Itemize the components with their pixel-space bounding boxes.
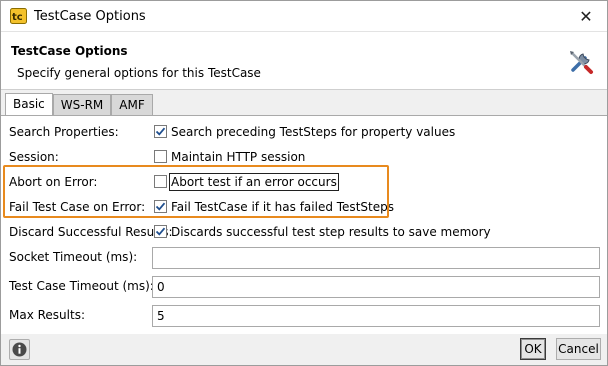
basic-options-panel: Search Properties: Search preceding Test…: [1, 115, 607, 334]
maintain-session-text[interactable]: Maintain HTTP session: [171, 150, 305, 164]
session-label: Session:: [9, 150, 59, 164]
fail-on-error-row: Fail Test Case on Error: Fail TestCase i…: [1, 195, 607, 219]
discard-results-checkbox[interactable]: [154, 225, 167, 238]
testcase-timeout-label: Test Case Timeout (ms):: [9, 279, 154, 293]
header-title: TestCase Options: [11, 44, 128, 58]
checkmark-icon: [155, 227, 166, 236]
fail-on-error-text[interactable]: Fail TestCase if it has failed TestSteps: [171, 200, 394, 214]
help-button[interactable]: [9, 339, 30, 360]
soapui-app-icon: tc: [10, 8, 27, 24]
title-bar: tc TestCase Options ✕: [1, 1, 607, 32]
tab-basic[interactable]: Basic: [5, 93, 53, 116]
socket-timeout-label: Socket Timeout (ms):: [9, 250, 138, 264]
ok-button[interactable]: OK: [520, 338, 546, 360]
discard-results-row: Discard Successful Results: Discards suc…: [1, 220, 607, 244]
info-icon: [12, 342, 27, 357]
max-results-label: Max Results:: [9, 308, 85, 322]
fail-on-error-label: Fail Test Case on Error:: [9, 200, 146, 214]
search-properties-text[interactable]: Search preceding TestSteps for property …: [171, 125, 455, 139]
header-description: Specify general options for this TestCas…: [17, 66, 261, 80]
window-title: TestCase Options: [34, 9, 146, 24]
svg-text:tc: tc: [12, 12, 23, 23]
abort-on-error-label: Abort on Error:: [9, 175, 98, 189]
close-icon: ✕: [579, 7, 593, 26]
tab-amf[interactable]: AMF: [111, 94, 153, 115]
socket-timeout-input[interactable]: [152, 247, 600, 269]
fail-on-error-checkbox[interactable]: [154, 200, 167, 213]
discard-results-text[interactable]: Discards successful test step results to…: [171, 225, 491, 239]
abort-on-error-text[interactable]: Abort test if an error occurs: [169, 173, 339, 191]
dialog-header: TestCase Options Specify general options…: [1, 32, 607, 90]
testcase-options-dialog: tc TestCase Options ✕ TestCase Options S…: [0, 0, 608, 366]
maintain-session-checkbox[interactable]: [154, 150, 167, 163]
tab-bar: Basic WS-RM AMF: [5, 93, 153, 116]
search-properties-row: Search Properties: Search preceding Test…: [1, 120, 607, 144]
abort-on-error-checkbox[interactable]: [154, 175, 167, 188]
close-button[interactable]: ✕: [565, 1, 607, 32]
testcase-timeout-input[interactable]: [152, 276, 600, 298]
search-properties-label: Search Properties:: [9, 125, 119, 139]
max-results-input[interactable]: [152, 305, 600, 327]
search-properties-checkbox[interactable]: [154, 125, 167, 138]
tools-icon: [570, 51, 593, 74]
session-row: Session: Maintain HTTP session: [1, 145, 607, 169]
cancel-button[interactable]: Cancel: [556, 338, 601, 360]
discard-results-label: Discard Successful Results:: [9, 225, 173, 239]
dialog-footer: OK Cancel: [1, 334, 607, 365]
checkmark-icon: [155, 127, 166, 136]
checkmark-icon: [155, 202, 166, 211]
tab-ws-rm[interactable]: WS-RM: [52, 94, 112, 115]
abort-on-error-row: Abort on Error: Abort test if an error o…: [1, 170, 607, 194]
